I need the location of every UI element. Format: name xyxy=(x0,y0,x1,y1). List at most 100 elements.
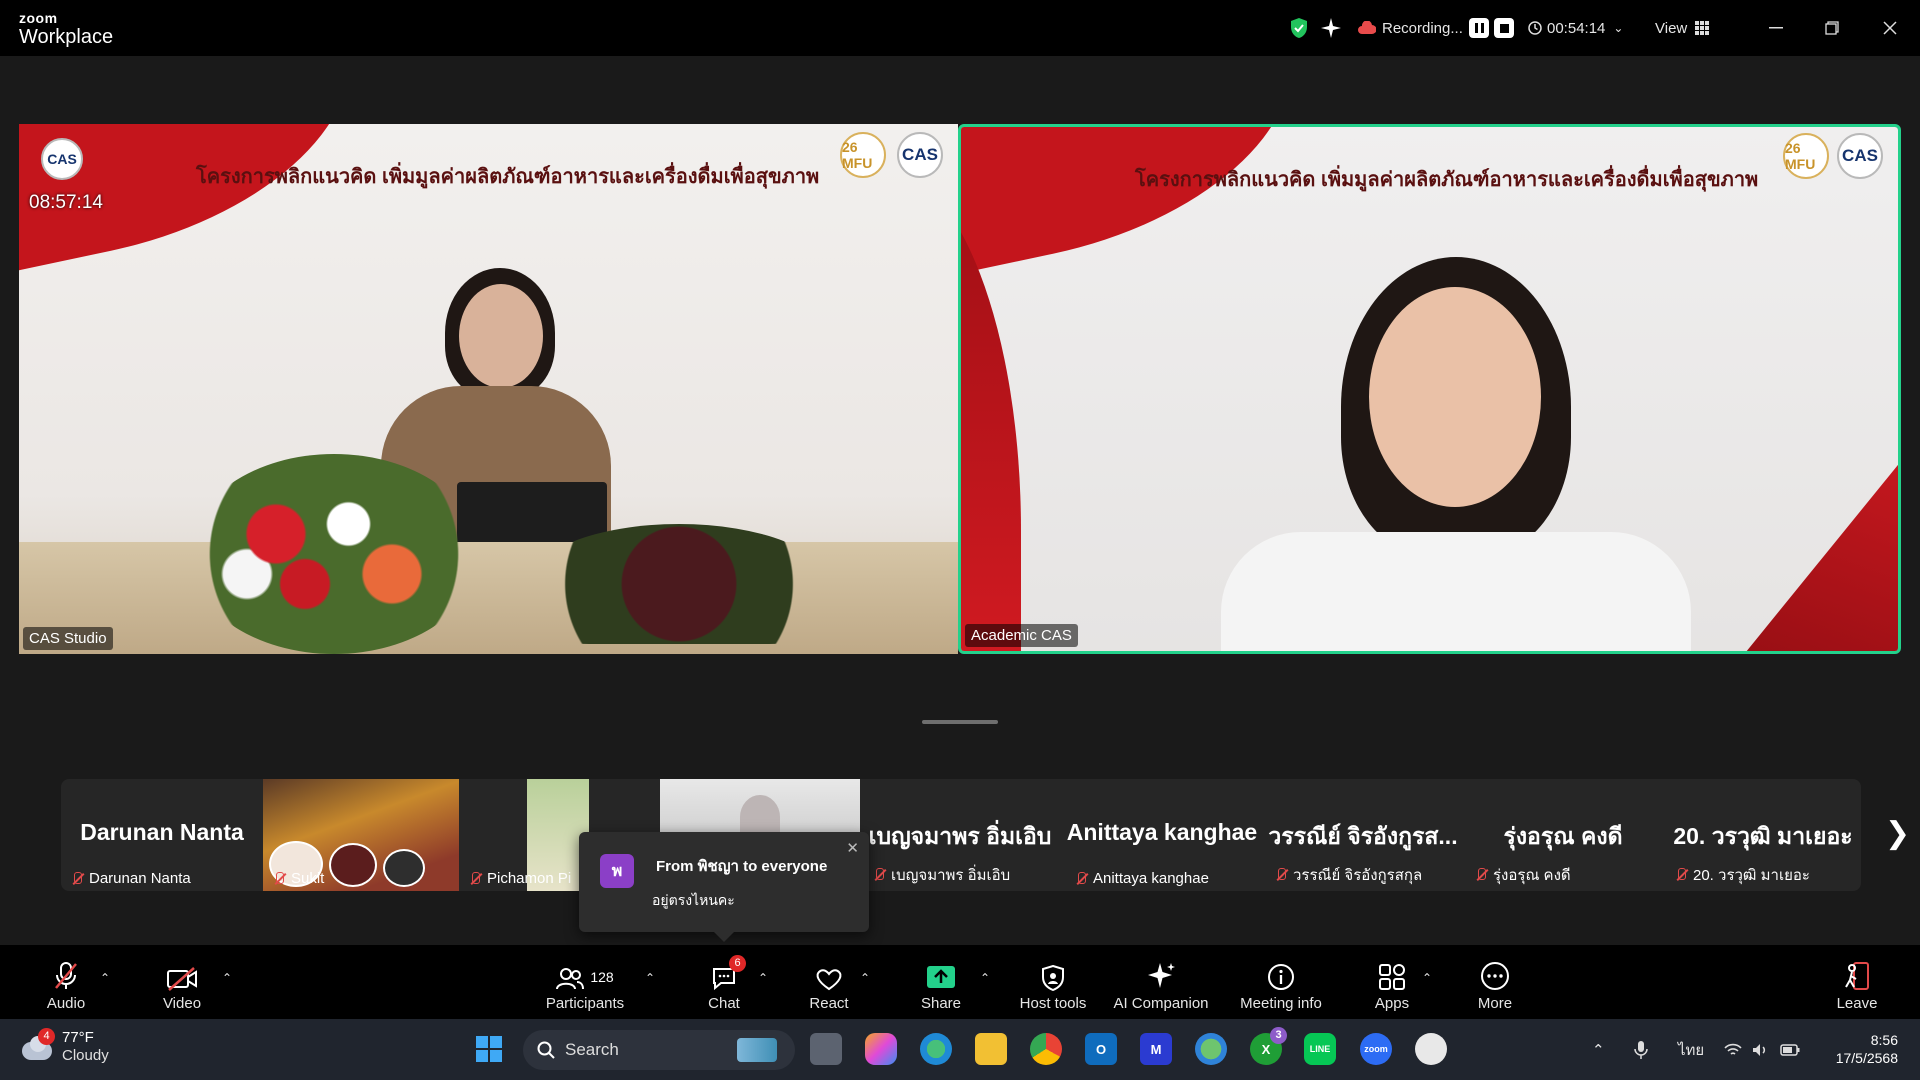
studio-headline: โครงการพลิกแนวคิด เพิ่มมูลค่าผลิตภัณฑ์อา… xyxy=(196,166,820,188)
ai-companion-button[interactable]: AI Companion xyxy=(1110,945,1212,1019)
input-language[interactable]: ไทย xyxy=(1678,1019,1704,1080)
react-options-chevron-icon[interactable]: ⌃ xyxy=(860,971,870,985)
participant-label: Sukit xyxy=(273,870,324,887)
react-button[interactable]: React xyxy=(806,945,852,1019)
gallery-tile[interactable]: Pichamon Pi xyxy=(459,779,589,891)
info-icon xyxy=(1268,964,1294,990)
participant-label-text: เบญจมาพร อิ่มเอิบ xyxy=(891,867,1011,884)
speaker-shirt xyxy=(1221,532,1691,651)
globe-app-icon[interactable] xyxy=(1195,1033,1227,1065)
meeting-timer[interactable]: 00:54:14 ⌄ xyxy=(1528,0,1623,56)
apps-options-chevron-icon[interactable]: ⌃ xyxy=(1422,971,1432,985)
leave-door-icon xyxy=(1845,962,1869,990)
video-tile-cas-studio[interactable]: CAS 08:57:14 โครงการพลิกแนวคิด เพิ่มมูลค… xyxy=(19,124,958,654)
audio-options-chevron-icon[interactable]: ⌃ xyxy=(100,971,110,985)
taskbar-search[interactable]: Search xyxy=(523,1030,795,1070)
audio-button[interactable]: Audio xyxy=(40,945,92,1019)
participant-label: วรรณีย์ จิรอังกูรสกุล xyxy=(1275,863,1422,887)
weather-alert-badge: 4 xyxy=(38,1028,55,1045)
weather-widget[interactable]: 4 77°F Cloudy xyxy=(20,1028,109,1065)
cas-logo: CAS xyxy=(897,132,943,178)
close-icon xyxy=(1883,21,1897,35)
whiteboard-app-icon[interactable]: M xyxy=(1140,1033,1172,1065)
stop-recording-button[interactable] xyxy=(1494,0,1514,56)
share-button[interactable]: Share xyxy=(916,945,966,1019)
close-icon[interactable]: ✕ xyxy=(846,839,859,857)
recording-status[interactable]: Recording... xyxy=(1358,0,1463,56)
meeting-info-button[interactable]: Meeting info xyxy=(1234,945,1328,1019)
gallery-tile[interactable]: Sukit xyxy=(263,779,459,891)
gallery-tile[interactable] xyxy=(660,779,860,839)
system-clock[interactable]: 8:56 17/5/2568 xyxy=(1822,1031,1898,1067)
cloud-weather-icon: 4 xyxy=(20,1028,55,1062)
chrome-icon[interactable] xyxy=(1030,1033,1062,1065)
copilot-icon[interactable] xyxy=(865,1033,897,1065)
mic-muted-icon xyxy=(1475,868,1487,882)
view-button[interactable]: View xyxy=(1655,0,1710,56)
gallery-tile[interactable]: รุ่งอรุณ คงดี รุ่งอรุณ คงดี xyxy=(1465,779,1661,891)
participants-button[interactable]: 128 Participants xyxy=(540,945,630,1019)
host-tools-label: Host tools xyxy=(1019,995,1087,1012)
wifi-icon xyxy=(1724,1043,1742,1055)
participant-title: เบญจมาพร อิ่มเอิบ xyxy=(868,823,1052,849)
weather-temperature: 77°F xyxy=(62,1029,94,1046)
video-button[interactable]: Video xyxy=(156,945,208,1019)
flower-arrangement xyxy=(189,454,479,654)
share-options-chevron-icon[interactable]: ⌃ xyxy=(980,971,990,985)
file-explorer-icon[interactable] xyxy=(975,1033,1007,1065)
resize-handle[interactable] xyxy=(922,720,998,724)
restore-button[interactable] xyxy=(1804,0,1860,56)
avatar xyxy=(329,843,377,887)
tray-system-icons[interactable] xyxy=(1724,1019,1800,1080)
chat-unread-badge: 6 xyxy=(729,955,746,972)
mic-muted-icon xyxy=(1275,868,1287,882)
windows-start-icon[interactable] xyxy=(473,1033,505,1065)
gallery-tile[interactable]: Darunan Nanta Darunan Nanta xyxy=(61,779,263,891)
task-view-icon[interactable] xyxy=(810,1033,842,1065)
close-window-button[interactable] xyxy=(1862,0,1918,56)
zoom-app-icon[interactable]: zoom xyxy=(1360,1033,1392,1065)
battery-icon xyxy=(1780,1043,1800,1056)
gallery-tile[interactable]: Anittaya kanghae Anittaya kanghae xyxy=(1065,779,1259,891)
brand-zoom: zoom xyxy=(19,10,58,26)
video-tile-academic-cas[interactable]: โครงการพลิกแนวคิด เพิ่มมูลค่าผลิตภัณฑ์อา… xyxy=(958,124,1901,654)
apps-label: Apps xyxy=(1374,995,1410,1012)
gallery-tile[interactable]: วรรณีย์ จิรอังกูรส... วรรณีย์ จิรอังกูรส… xyxy=(1265,779,1461,891)
participant-label-text: Sukit xyxy=(291,870,325,887)
backdrop-red-corner xyxy=(1698,391,1898,651)
pause-recording-button[interactable] xyxy=(1469,0,1489,56)
chat-notification-popup[interactable]: พ From พิชญา to everyone อยู่ตรงไหนคะ ✕ xyxy=(579,832,869,942)
video-options-chevron-icon[interactable]: ⌃ xyxy=(222,971,232,985)
outlook-icon[interactable]: O xyxy=(1085,1033,1117,1065)
ai-sparkle-icon[interactable] xyxy=(1320,0,1342,56)
cloud-record-icon xyxy=(1358,21,1376,34)
more-button[interactable]: More xyxy=(1474,945,1516,1019)
encryption-shield-icon[interactable] xyxy=(1289,0,1309,56)
tray-mic-icon[interactable] xyxy=(1634,1019,1648,1080)
host-tools-button[interactable]: Host tools xyxy=(1014,945,1092,1019)
apps-button[interactable]: Apps xyxy=(1370,945,1414,1019)
search-placeholder: Search xyxy=(565,1040,619,1059)
recording-label: Recording... xyxy=(1382,19,1463,37)
chat-button[interactable]: 6 Chat xyxy=(700,945,748,1019)
participants-options-chevron-icon[interactable]: ⌃ xyxy=(645,971,655,985)
xbox-icon[interactable]: X 3 xyxy=(1250,1027,1287,1065)
share-screen-icon xyxy=(927,966,955,988)
chat-options-chevron-icon[interactable]: ⌃ xyxy=(758,971,768,985)
leave-label: Leave xyxy=(1836,995,1878,1012)
tray-overflow-chevron-icon[interactable]: ⌃ xyxy=(1592,1019,1605,1080)
edge-browser-icon[interactable] xyxy=(920,1033,952,1065)
obs-app-icon[interactable] xyxy=(1415,1033,1447,1065)
title-bar: zoom Workplace Recording... 00:54:14 ⌄ V… xyxy=(0,0,1920,56)
gallery-tile[interactable]: เบญจมาพร อิ่มเอิบ เบญจมาพร อิ่มเอิบ xyxy=(863,779,1057,891)
gallery-next-arrow-icon[interactable]: ❯ xyxy=(1885,816,1910,851)
line-app-icon[interactable]: LINE xyxy=(1304,1033,1336,1065)
search-highlight-icon xyxy=(737,1038,777,1062)
meeting-info-label: Meeting info xyxy=(1240,995,1322,1012)
minimize-button[interactable] xyxy=(1748,0,1804,56)
leave-button[interactable]: Leave xyxy=(1834,945,1880,1019)
more-dots-icon xyxy=(1481,962,1509,990)
gallery-tile[interactable]: 20. วรวุฒิ มาเยอะ 20. วรวุฒิ มาเยอะ xyxy=(1665,779,1861,891)
participant-label-text: Anittaya kanghae xyxy=(1093,870,1209,887)
participant-label-text: รุ่งอรุณ คงดี xyxy=(1493,867,1571,884)
